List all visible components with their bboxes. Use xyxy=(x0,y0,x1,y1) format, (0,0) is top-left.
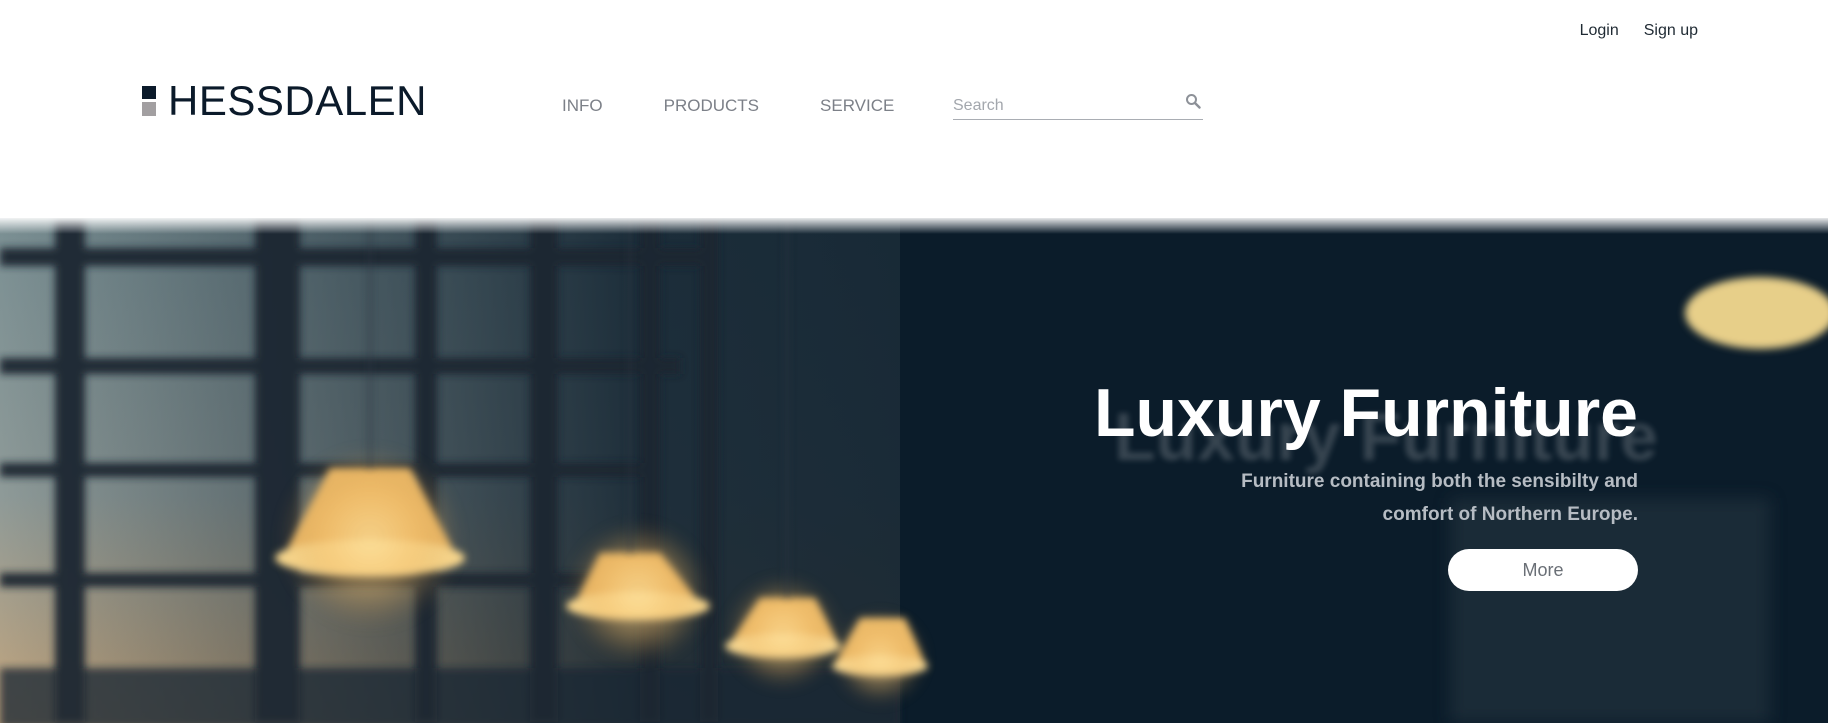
more-button[interactable]: More xyxy=(1448,549,1638,592)
hero-top-fade xyxy=(0,218,1828,234)
signup-link[interactable]: Sign up xyxy=(1644,22,1698,40)
logo-mark-icon xyxy=(142,86,156,116)
hero-title: Luxury Furniture xyxy=(1093,375,1638,451)
hero-content: Luxury Furniture Furniture containing bo… xyxy=(1093,375,1638,592)
hero-subtitle-line-2: comfort of Northern Europe. xyxy=(1382,504,1638,526)
nav-item-products[interactable]: PRODUCTS xyxy=(664,96,759,116)
search-box xyxy=(953,90,1203,120)
site-header: Login Sign up HESSDALEN INFO PRODUCTS SE… xyxy=(0,0,1828,218)
search-icon[interactable] xyxy=(1185,93,1201,109)
main-nav: INFO PRODUCTS SERVICE xyxy=(562,96,894,116)
logo[interactable]: HESSDALEN xyxy=(142,80,427,122)
nav-item-info[interactable]: INFO xyxy=(562,96,603,116)
hero-subtitle: Furniture containing both the sensibilty… xyxy=(1094,465,1638,531)
hero-banner: Luxury Furniture Luxury Furniture Furnit… xyxy=(0,218,1828,723)
login-link[interactable]: Login xyxy=(1580,22,1619,40)
hero-subtitle-line-1: Furniture containing both the sensibilty… xyxy=(1241,471,1638,493)
auth-links: Login Sign up xyxy=(1580,22,1698,40)
page: Login Sign up HESSDALEN INFO PRODUCTS SE… xyxy=(0,0,1828,723)
search-input[interactable] xyxy=(953,95,1173,117)
nav-item-service[interactable]: SERVICE xyxy=(820,96,894,116)
logo-text: HESSDALEN xyxy=(168,77,427,124)
